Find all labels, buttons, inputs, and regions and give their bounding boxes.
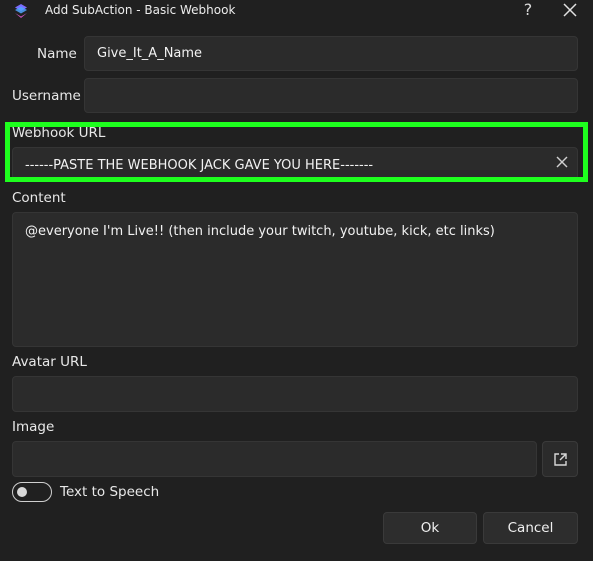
app-logo-icon: [15, 4, 27, 18]
image-label: Image: [12, 419, 55, 435]
text-to-speech-toggle[interactable]: [12, 482, 52, 502]
webhook-url-highlight-box: [5, 122, 588, 182]
name-value: Give_It_A_Name: [97, 46, 203, 61]
help-button[interactable]: ?: [518, 0, 538, 20]
content-label: Content: [12, 190, 66, 206]
username-input[interactable]: [84, 78, 578, 113]
ok-button[interactable]: Ok: [383, 512, 477, 544]
username-label: Username: [12, 88, 81, 104]
name-label: Name: [37, 46, 77, 62]
cancel-button[interactable]: Cancel: [483, 512, 578, 544]
avatar-url-input[interactable]: [12, 376, 578, 412]
content-value: @everyone I'm Live!! (then include your …: [25, 224, 495, 239]
content-textarea[interactable]: @everyone I'm Live!! (then include your …: [12, 212, 578, 347]
close-icon[interactable]: [560, 0, 580, 20]
open-external-icon: [554, 453, 567, 466]
image-input[interactable]: [12, 441, 537, 477]
text-to-speech-label: Text to Speech: [60, 484, 160, 500]
title-bar: Add SubAction - Basic Webhook ?: [0, 0, 593, 22]
name-input[interactable]: Give_It_A_Name: [84, 36, 578, 71]
toggle-knob: [17, 487, 27, 497]
browse-image-button[interactable]: [542, 441, 578, 477]
avatar-url-label: Avatar URL: [12, 354, 87, 370]
window-title: Add SubAction - Basic Webhook: [45, 3, 236, 17]
